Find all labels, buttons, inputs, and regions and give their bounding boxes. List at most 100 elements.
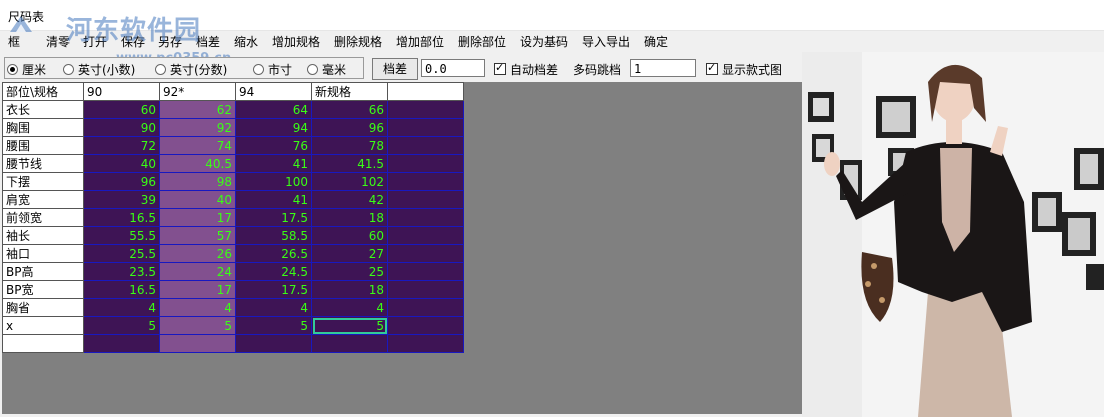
measurement-row-header[interactable]: 胸围 xyxy=(2,118,84,137)
empty-cell[interactable] xyxy=(387,280,464,299)
measurement-row-header[interactable]: x xyxy=(2,316,84,335)
measurement-cell[interactable]: 72 xyxy=(83,136,160,155)
measurement-cell[interactable]: 24 xyxy=(159,262,236,281)
empty-cell[interactable] xyxy=(387,172,464,191)
empty-cell[interactable] xyxy=(387,154,464,173)
measurement-row-header[interactable]: 衣长 xyxy=(2,100,84,119)
measurement-cell[interactable]: 94 xyxy=(235,118,312,137)
multi-jump-input[interactable]: 1 xyxy=(630,59,696,77)
menu-item-add-size[interactable]: 增加规格 xyxy=(272,33,320,50)
measurement-row-header[interactable] xyxy=(2,334,84,353)
measurement-row-header[interactable]: 肩宽 xyxy=(2,190,84,209)
measurement-cell[interactable]: 39 xyxy=(83,190,160,209)
measurement-cell[interactable]: 5 xyxy=(83,316,160,335)
menu-item-set-base[interactable]: 设为基码 xyxy=(520,33,568,50)
measurement-cell[interactable]: 17.5 xyxy=(235,280,312,299)
measurement-cell[interactable]: 4 xyxy=(311,298,388,317)
menu-item-confirm[interactable]: 确定 xyxy=(644,33,668,50)
measurement-row-header[interactable]: 胸省 xyxy=(2,298,84,317)
measurement-cell[interactable]: 40 xyxy=(159,190,236,209)
measurement-cell[interactable]: 17.5 xyxy=(235,208,312,227)
measurement-cell[interactable]: 4 xyxy=(235,298,312,317)
measurement-cell[interactable]: 41 xyxy=(235,190,312,209)
measurement-cell[interactable]: 78 xyxy=(311,136,388,155)
measurement-row-header[interactable]: 腰节线 xyxy=(2,154,84,173)
unit-radio-shicun[interactable]: 市寸 xyxy=(253,61,292,78)
measurement-cell[interactable]: 96 xyxy=(83,172,160,191)
size-column-header[interactable]: 90 xyxy=(83,82,160,101)
measurement-row-header[interactable]: BP高 xyxy=(2,262,84,281)
measurement-cell[interactable]: 60 xyxy=(83,100,160,119)
empty-cell[interactable] xyxy=(387,244,464,263)
unit-radio-mm[interactable]: 毫米 xyxy=(307,61,346,78)
measurement-cell[interactable]: 41 xyxy=(235,154,312,173)
show-style-image-checkbox[interactable]: 显示款式图 xyxy=(706,61,782,78)
size-column-header[interactable]: 新规格 xyxy=(311,82,388,101)
measurement-row-header[interactable]: BP宽 xyxy=(2,280,84,299)
measurement-cell[interactable] xyxy=(159,334,236,353)
measurement-cell[interactable]: 64 xyxy=(235,100,312,119)
measurement-cell[interactable]: 96 xyxy=(311,118,388,137)
measurement-row-header[interactable]: 前领宽 xyxy=(2,208,84,227)
measurement-cell[interactable]: 42 xyxy=(311,190,388,209)
unit-radio-inch-decimal[interactable]: 英寸(小数) xyxy=(63,61,135,78)
empty-cell[interactable] xyxy=(387,316,464,335)
measurement-cell[interactable]: 92 xyxy=(159,118,236,137)
measurement-cell[interactable]: 40.5 xyxy=(159,154,236,173)
measurement-cell[interactable]: 76 xyxy=(235,136,312,155)
measurement-cell[interactable]: 62 xyxy=(159,100,236,119)
menu-item-shrink[interactable]: 缩水 xyxy=(234,33,258,50)
measurement-cell[interactable]: 98 xyxy=(159,172,236,191)
measurement-row-header[interactable]: 袖长 xyxy=(2,226,84,245)
measurement-cell[interactable]: 55.5 xyxy=(83,226,160,245)
measurement-cell[interactable]: 74 xyxy=(159,136,236,155)
measurement-cell[interactable]: 26.5 xyxy=(235,244,312,263)
measurement-cell[interactable]: 100 xyxy=(235,172,312,191)
empty-cell[interactable] xyxy=(387,298,464,317)
measurement-cell[interactable]: 5 xyxy=(311,316,388,335)
measurement-cell[interactable]: 4 xyxy=(159,298,236,317)
measurement-cell[interactable]: 18 xyxy=(311,280,388,299)
measurement-row-header[interactable]: 袖口 xyxy=(2,244,84,263)
grade-button[interactable]: 档差 xyxy=(372,58,418,80)
measurement-cell[interactable]: 5 xyxy=(235,316,312,335)
size-column-header[interactable]: 92* xyxy=(159,82,236,101)
menu-item-import-export[interactable]: 导入导出 xyxy=(582,33,630,50)
empty-cell[interactable] xyxy=(387,136,464,155)
measurement-cell[interactable]: 4 xyxy=(83,298,160,317)
measurement-cell[interactable]: 25 xyxy=(311,262,388,281)
empty-cell[interactable] xyxy=(387,100,464,119)
measurement-cell[interactable] xyxy=(83,334,160,353)
measurement-cell[interactable]: 102 xyxy=(311,172,388,191)
size-column-header[interactable] xyxy=(387,82,464,101)
measurement-row-header[interactable]: 腰围 xyxy=(2,136,84,155)
measurement-cell[interactable]: 57 xyxy=(159,226,236,245)
empty-cell[interactable] xyxy=(387,118,464,137)
size-column-header[interactable]: 94 xyxy=(235,82,312,101)
measurement-cell[interactable]: 16.5 xyxy=(83,208,160,227)
unit-radio-inch-fraction[interactable]: 英寸(分数) xyxy=(155,61,227,78)
measurement-cell[interactable] xyxy=(235,334,312,353)
measurement-cell[interactable]: 26 xyxy=(159,244,236,263)
measurement-cell[interactable]: 5 xyxy=(159,316,236,335)
empty-cell[interactable] xyxy=(387,262,464,281)
auto-grade-checkbox[interactable]: 自动档差 xyxy=(494,61,558,78)
empty-cell[interactable] xyxy=(387,226,464,245)
measurement-cell[interactable]: 17 xyxy=(159,208,236,227)
menu-item-delete-part[interactable]: 删除部位 xyxy=(458,33,506,50)
measurement-cell[interactable]: 27 xyxy=(311,244,388,263)
unit-radio-cm[interactable]: 厘米 xyxy=(7,61,46,78)
measurement-cell[interactable]: 16.5 xyxy=(83,280,160,299)
measurement-cell[interactable]: 60 xyxy=(311,226,388,245)
measurement-cell[interactable]: 40 xyxy=(83,154,160,173)
menu-item-delete-size[interactable]: 删除规格 xyxy=(334,33,382,50)
measurement-cell[interactable]: 24.5 xyxy=(235,262,312,281)
measurement-cell[interactable]: 18 xyxy=(311,208,388,227)
measurement-cell[interactable]: 23.5 xyxy=(83,262,160,281)
measurement-cell[interactable]: 25.5 xyxy=(83,244,160,263)
empty-cell[interactable] xyxy=(387,334,464,353)
measurement-row-header[interactable]: 下摆 xyxy=(2,172,84,191)
measurement-cell[interactable] xyxy=(311,334,388,353)
empty-cell[interactable] xyxy=(387,208,464,227)
grade-value-input[interactable]: 0.0 xyxy=(421,59,485,77)
